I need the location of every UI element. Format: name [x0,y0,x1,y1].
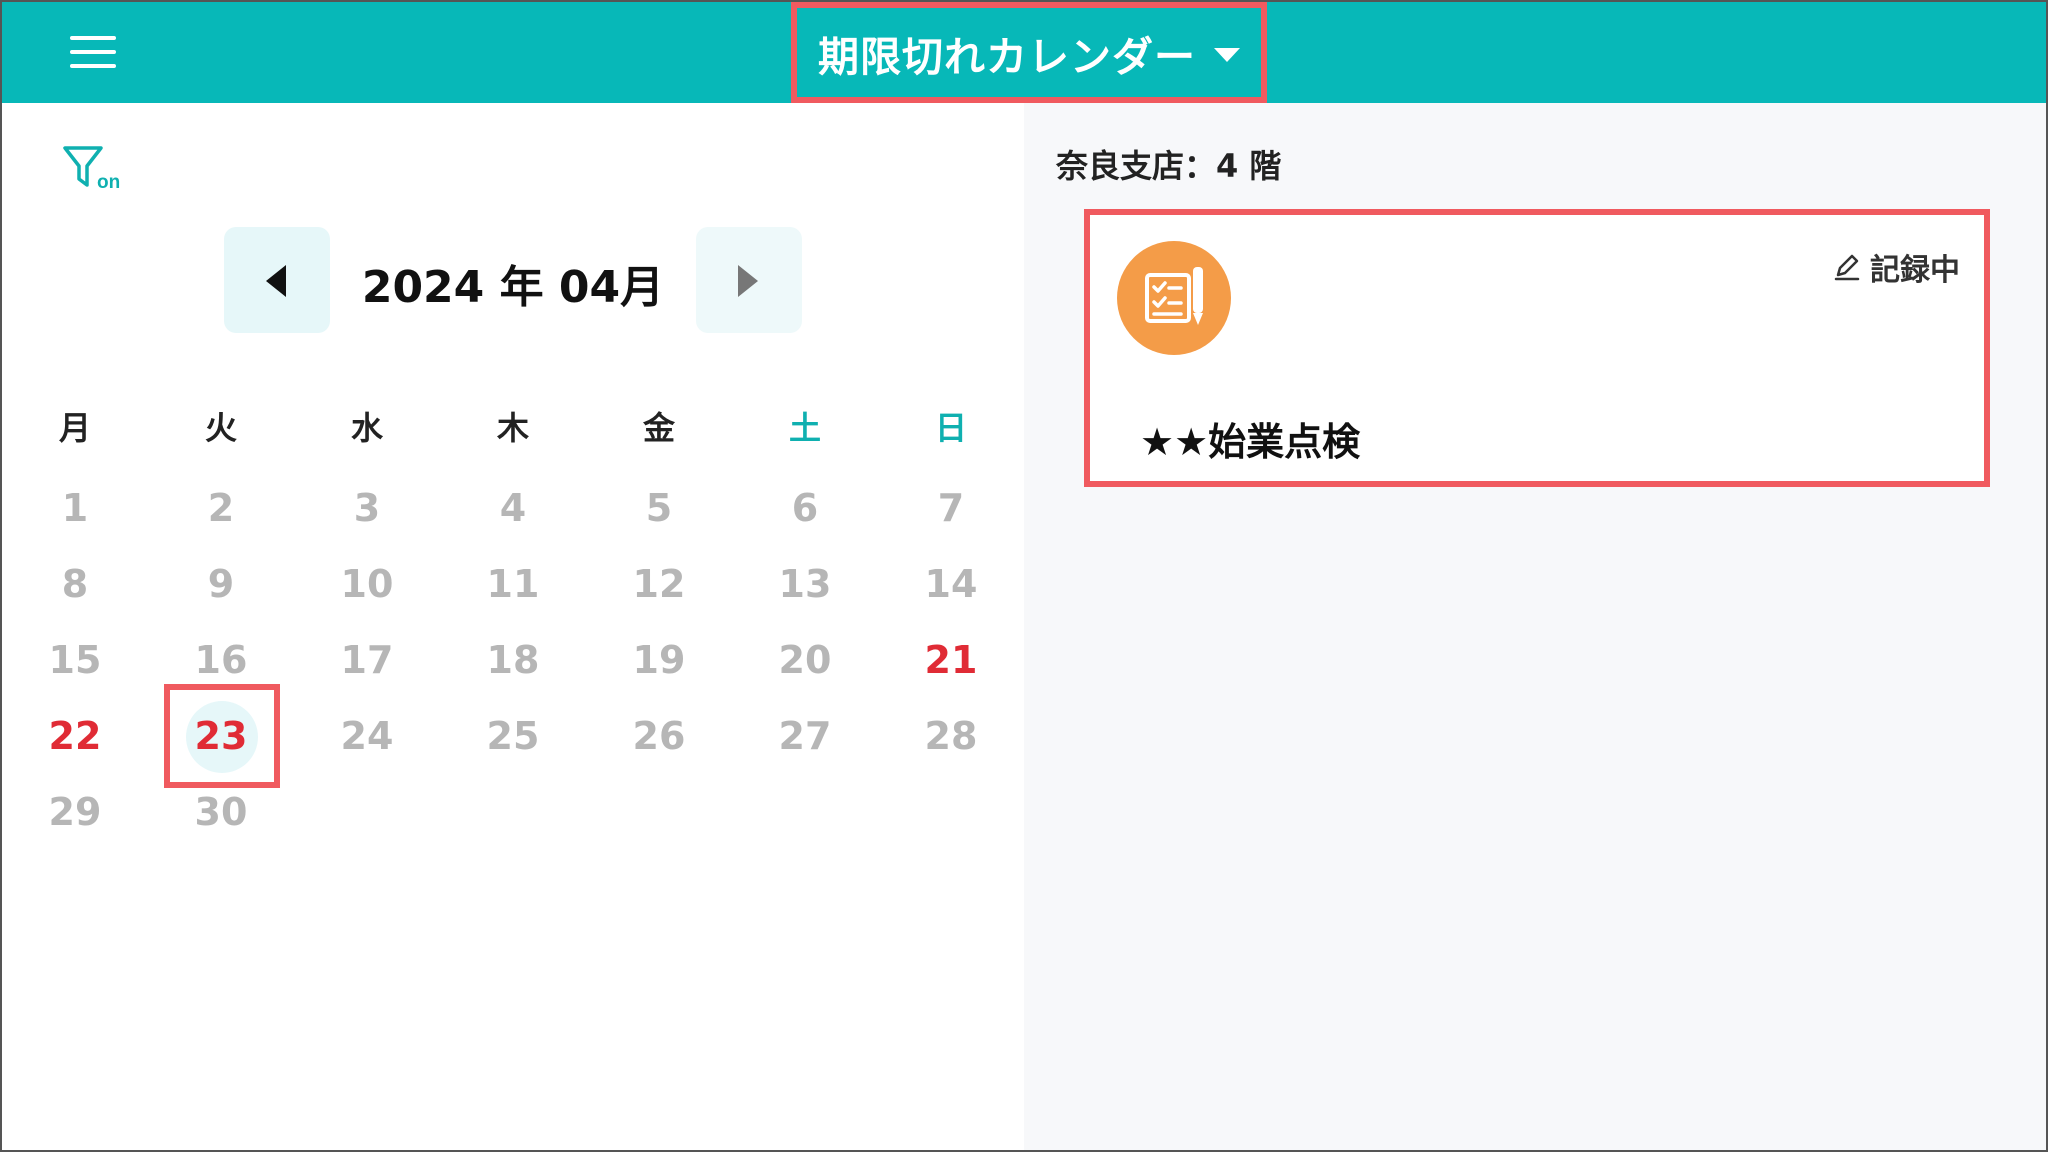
calendar-pane: on 2024 年 04月 月 火 水 木 金 土 日 1 2 3 4 5 6 [2,103,1024,1150]
calendar-type-dropdown[interactable]: 期限切れカレンダー [791,2,1267,103]
calendar-day[interactable]: 6 [732,482,878,534]
calendar-day[interactable]: 20 [732,634,878,686]
filter-status-label: on [97,172,120,193]
calendar-day[interactable]: 24 [294,710,440,762]
calendar-day[interactable]: 22 [2,710,148,762]
calendar-day[interactable]: 2 [148,482,294,534]
calendar-day[interactable]: 29 [2,786,148,838]
detail-pane: 奈良支店：4 階 記録中 ★★始業点検 [1024,103,2046,1150]
weekday-thu: 木 [496,409,529,447]
calendar-day[interactable]: 30 [148,786,294,838]
calendar-day[interactable]: 13 [732,558,878,610]
task-title: ★★始業点検 [1140,420,1361,464]
calendar-day[interactable]: 21 [878,634,1024,686]
weekday-sun: 日 [934,409,967,447]
chevron-right-icon [738,265,758,297]
app-header: 期限切れカレンダー [2,2,2046,103]
record-status-label: 記録中 [1870,253,1960,288]
weekday-fri: 金 [642,409,675,447]
filter-icon[interactable]: on [62,145,128,193]
calendar-day[interactable]: 3 [294,482,440,534]
prev-month-button[interactable] [224,227,330,333]
calendar-day[interactable]: 10 [294,558,440,610]
selected-day-highlight [164,684,280,788]
calendar-day[interactable]: 28 [878,710,1024,762]
weekday-wed: 水 [350,409,383,447]
weekday-mon: 月 [58,409,91,447]
calendar-day[interactable]: 4 [440,482,586,534]
chevron-left-icon [266,265,286,297]
calendar-day[interactable]: 1 [2,482,148,534]
calendar-day[interactable]: 25 [440,710,586,762]
pencil-icon [1834,254,1860,281]
calendar-day[interactable]: 8 [2,558,148,610]
calendar-day[interactable]: 17 [294,634,440,686]
weekday-sat: 土 [788,409,821,447]
calendar-day[interactable]: 26 [586,710,732,762]
calendar-day[interactable]: 7 [878,482,1024,534]
task-card[interactable]: 記録中 ★★始業点検 [1084,209,1990,487]
calendar-day[interactable]: 14 [878,558,1024,610]
record-status: 記録中 [1832,245,1960,289]
caret-down-icon [1214,47,1240,62]
calendar-day[interactable]: 9 [148,558,294,610]
month-label: 2024 年 04月 [361,262,665,313]
next-month-button[interactable] [696,227,802,333]
calendar-day[interactable]: 15 [2,634,148,686]
calendar-day[interactable]: 16 [148,634,294,686]
calendar-day[interactable]: 12 [586,558,732,610]
calendar-day[interactable]: 5 [586,482,732,534]
calendar-day[interactable]: 11 [440,558,586,610]
hamburger-menu-icon[interactable] [70,32,116,72]
weekday-tue: 火 [204,409,237,447]
checklist-icon [1117,241,1231,355]
calendar-day[interactable]: 18 [440,634,586,686]
location-label: 奈良支店：4 階 [1056,147,1282,185]
calendar-day[interactable]: 27 [732,710,878,762]
page-title: 期限切れカレンダー [818,32,1196,81]
calendar-day[interactable]: 19 [586,634,732,686]
app-frame: 期限切れカレンダー on 2024 年 04月 月 火 水 木 金 土 日 1 … [0,0,2048,1152]
